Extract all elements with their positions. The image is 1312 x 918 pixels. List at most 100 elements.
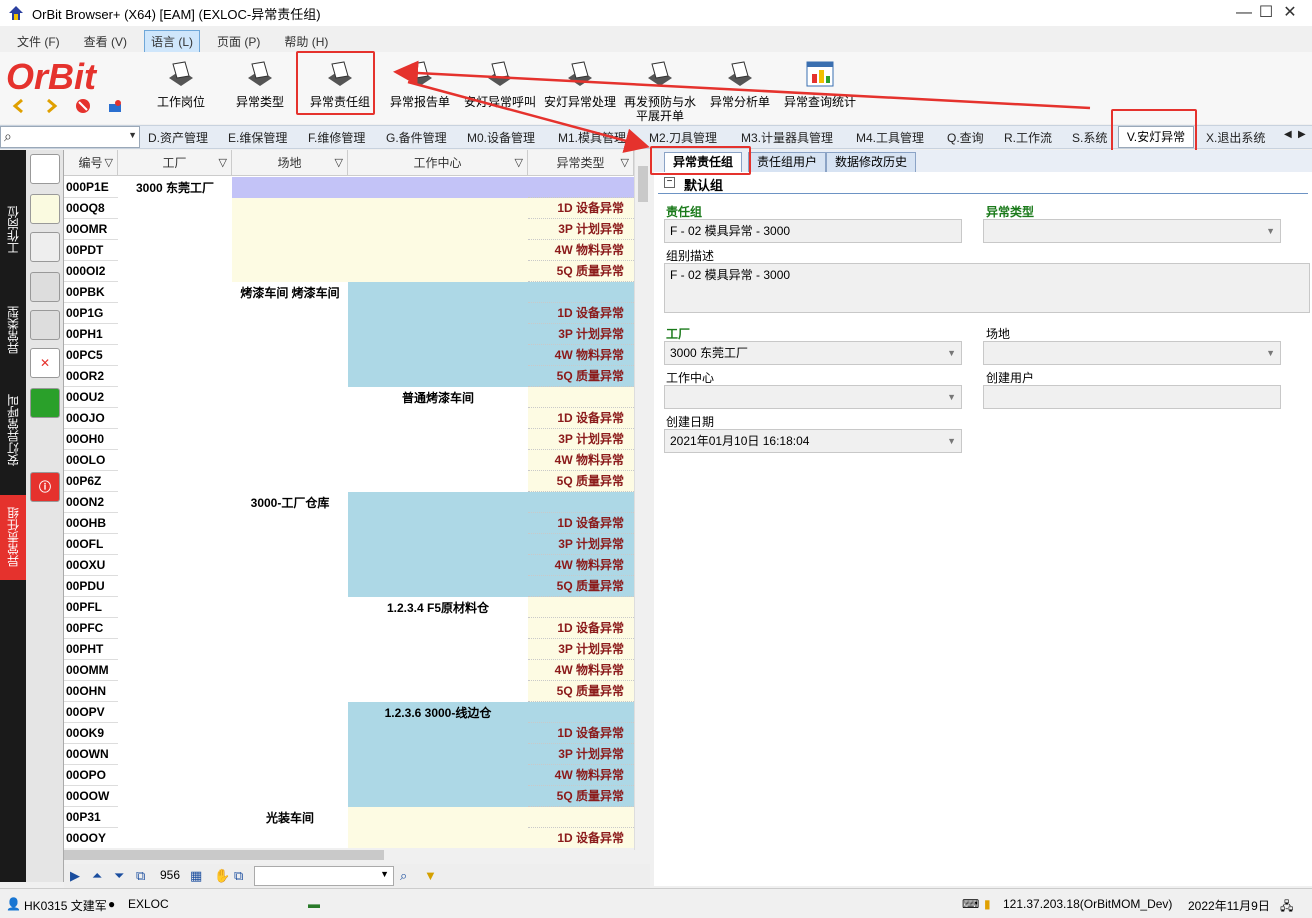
last-icon[interactable]: ⏷ [114,868,124,884]
filter-icon[interactable]: ▽ [105,150,113,176]
cell-site[interactable] [232,702,348,723]
module-system[interactable]: S.系统 [1072,129,1107,146]
cell-abnormal-type[interactable] [528,282,634,303]
cell-id[interactable]: 00OWN [64,744,118,765]
module-equipment[interactable]: M0.设备管理 [467,129,535,146]
table-row[interactable]: 00OOY 1D 设备异常 [64,828,634,849]
tab-history[interactable]: 数据修改历史 [826,152,917,172]
cell-abnormal-type[interactable]: 3P 计划异常 [528,744,634,765]
ribbon-andon-call-button[interactable]: 安灯异常呼叫 [460,56,540,118]
cell-factory[interactable] [118,387,232,408]
menu-file[interactable]: 文件 (F) [10,30,67,53]
cell-factory[interactable] [118,681,232,702]
close-button[interactable]: ✕ [1268,0,1312,26]
first-icon[interactable]: ⏶ [92,868,102,884]
cell-factory[interactable] [118,765,232,786]
cell-id[interactable]: 00P6Z [64,471,118,492]
cell-site[interactable] [232,345,348,366]
table-row[interactable]: 00PH1 3P 计划异常 [64,324,634,345]
cell-site[interactable] [232,660,348,681]
horizontal-scrollbar[interactable] [64,848,634,862]
cell-site[interactable] [232,723,348,744]
cell-factory[interactable] [118,702,232,723]
col-site[interactable]: 场地 ▽ [232,150,348,176]
cell-workcenter[interactable] [348,282,528,303]
cell-abnormal-type[interactable]: 4W 物料异常 [528,660,634,681]
cell-abnormal-type[interactable]: 5Q 质量异常 [528,576,634,597]
vertical-scrollbar[interactable] [634,150,650,850]
filter-icon[interactable]: ▽ [515,150,523,176]
table-row[interactable]: 00P6Z 5Q 质量异常 [64,471,634,492]
cell-site[interactable] [232,450,348,471]
table-row[interactable]: 00PDT 4W 物料异常 [64,240,634,261]
creator-field[interactable] [983,385,1281,409]
cell-abnormal-type[interactable]: 1D 设备异常 [528,618,634,639]
cell-workcenter[interactable] [348,261,528,282]
cell-site[interactable] [232,744,348,765]
module-search-input[interactable]: ⌕ ▼ [0,126,140,148]
scroll-left-icon[interactable]: ◀ [1284,129,1292,140]
cell-workcenter[interactable] [348,660,528,681]
cell-workcenter[interactable] [348,744,528,765]
cell-id[interactable]: 00PDU [64,576,118,597]
save-icon[interactable] [30,272,60,302]
cell-id[interactable]: 00OJO [64,408,118,429]
ribbon-prevention-button[interactable]: 再发预防与水平展开单 [620,56,700,123]
cell-workcenter[interactable] [348,639,528,660]
table-row[interactable]: 00OMM 4W 物料异常 [64,660,634,681]
cell-abnormal-type[interactable]: 3P 计划异常 [528,324,634,345]
table-row[interactable]: 00OQ8 1D 设备异常 [64,198,634,219]
cell-site[interactable] [232,261,348,282]
table-row[interactable]: 00P1G 1D 设备异常 [64,303,634,324]
cell-factory[interactable] [118,471,232,492]
module-query[interactable]: Q.查询 [947,129,984,146]
scroll-thumb[interactable] [638,166,648,202]
cell-abnormal-type[interactable]: 3P 计划异常 [528,219,634,240]
table-row[interactable]: 00PFC 1D 设备异常 [64,618,634,639]
copy-grid-icon[interactable]: ⧉ [234,868,243,884]
cell-site[interactable] [232,618,348,639]
cell-factory[interactable] [118,639,232,660]
hand-icon[interactable]: ✋ [214,868,230,884]
module-maintenance[interactable]: E.维保管理 [228,129,287,146]
cell-factory[interactable] [118,576,232,597]
ribbon-abnormal-type-button[interactable]: 异常类型 [220,56,300,118]
ribbon-analysis-button[interactable]: 异常分析单 [700,56,780,118]
cell-workcenter[interactable] [348,450,528,471]
find-icon[interactable]: ⌕ [400,868,407,884]
cell-abnormal-type[interactable]: 5Q 质量异常 [528,261,634,282]
cell-factory[interactable] [118,429,232,450]
cell-site[interactable] [232,366,348,387]
table-row[interactable]: 00OOW 5Q 质量异常 [64,786,634,807]
cell-factory[interactable] [118,744,232,765]
col-factory[interactable]: 工厂 ▽ [118,150,232,176]
cell-workcenter[interactable] [348,618,528,639]
chevron-down-icon[interactable]: ▼ [380,869,389,879]
cell-workcenter[interactable] [348,177,528,198]
module-tool[interactable]: M4.工具管理 [856,129,924,146]
cell-id[interactable]: 00OPV [64,702,118,723]
cell-id[interactable]: 00OLO [64,450,118,471]
cell-id[interactable]: 00PFL [64,597,118,618]
cell-workcenter[interactable] [348,429,528,450]
copy-icon[interactable] [30,194,60,224]
table-row[interactable]: 00PHT 3P 计划异常 [64,639,634,660]
tab-group-users[interactable]: 责任组用户 [748,152,827,172]
table-row[interactable]: 00OHB 1D 设备异常 [64,513,634,534]
cell-workcenter[interactable] [348,513,528,534]
filter-icon[interactable]: ▽ [621,150,629,176]
col-workcenter[interactable]: 工作中心 ▽ [348,150,528,176]
date-picker[interactable]: 2021年01月10日 16:18:04 ▼ [664,429,962,453]
cell-abnormal-type[interactable] [528,597,634,618]
module-repair[interactable]: F.维修管理 [308,129,365,146]
cell-factory[interactable] [118,219,232,240]
cell-workcenter[interactable] [348,828,528,849]
cell-factory[interactable] [118,303,232,324]
cell-abnormal-type[interactable]: 1D 设备异常 [528,408,634,429]
cell-workcenter[interactable] [348,807,528,828]
cell-abnormal-type[interactable]: 5Q 质量异常 [528,681,634,702]
table-row[interactable]: 000OI2 5Q 质量异常 [64,261,634,282]
module-exit[interactable]: X.退出系统 [1206,129,1265,146]
cell-id[interactable]: 00P1G [64,303,118,324]
cell-id[interactable]: 00P31 [64,807,118,828]
